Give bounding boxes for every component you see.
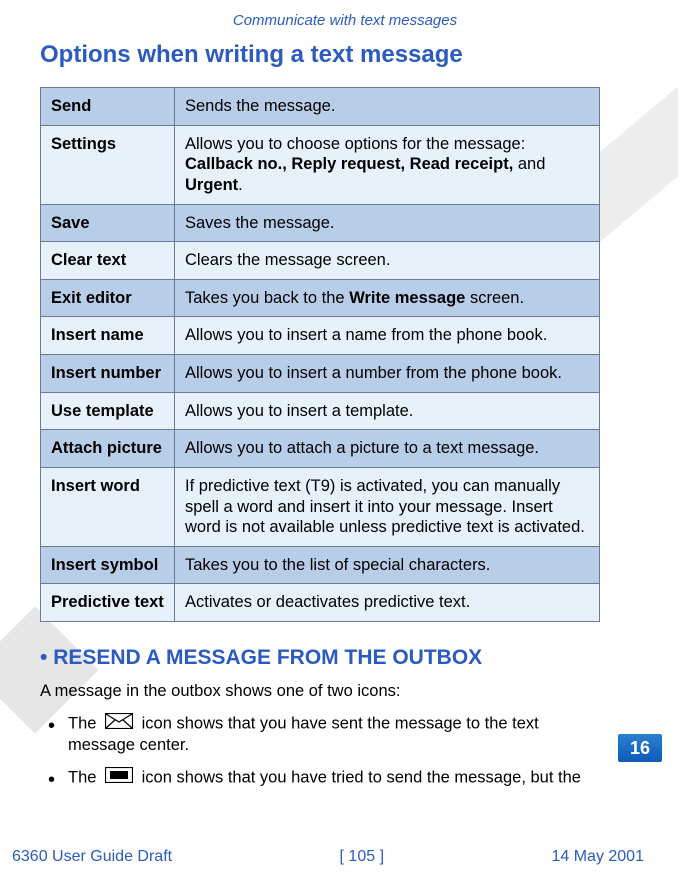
desc-bold: Urgent bbox=[185, 176, 238, 194]
option-label: Predictive text bbox=[41, 584, 175, 622]
outbox-intro-text: A message in the outbox shows one of two… bbox=[40, 682, 650, 701]
option-desc: Allows you to attach a picture to a text… bbox=[175, 430, 600, 468]
outbox-bullets: The icon shows that you have sent the me… bbox=[40, 713, 595, 789]
table-row: Insert word If predictive text (T9) is a… bbox=[41, 467, 600, 546]
desc-bold: Callback no., Reply request, Read receip… bbox=[185, 155, 513, 173]
option-label: Insert name bbox=[41, 317, 175, 355]
bullet-text: The bbox=[68, 768, 101, 786]
option-desc: Activates or deactivates predictive text… bbox=[175, 584, 600, 622]
desc-text: screen. bbox=[465, 289, 524, 307]
option-desc: Takes you to the list of special charact… bbox=[175, 546, 600, 584]
desc-text: Allows you to choose options for the mes… bbox=[185, 135, 525, 153]
page-header: Communicate with text messages bbox=[40, 12, 650, 29]
table-row: Settings Allows you to choose options fo… bbox=[41, 125, 600, 204]
option-desc: Saves the message. bbox=[175, 204, 600, 242]
options-table: Send Sends the message. Settings Allows … bbox=[40, 87, 600, 622]
option-label: Save bbox=[41, 204, 175, 242]
option-desc: Allows you to choose options for the mes… bbox=[175, 125, 600, 204]
option-label: Attach picture bbox=[41, 430, 175, 468]
table-row: Save Saves the message. bbox=[41, 204, 600, 242]
option-label: Use template bbox=[41, 392, 175, 430]
list-item: The icon shows that you have sent the me… bbox=[40, 713, 595, 757]
bullet-text: The bbox=[68, 715, 101, 733]
envelope-sent-icon bbox=[105, 713, 133, 735]
desc-text: Takes you back to the bbox=[185, 289, 349, 307]
footer-left: 6360 User Guide Draft bbox=[12, 848, 172, 866]
option-desc: Takes you back to the Write message scre… bbox=[175, 279, 600, 317]
option-label: Send bbox=[41, 88, 175, 126]
table-row: Use template Allows you to insert a temp… bbox=[41, 392, 600, 430]
table-row: Clear text Clears the message screen. bbox=[41, 242, 600, 280]
bullet-text: icon shows that you have sent the messag… bbox=[68, 715, 539, 755]
option-label: Exit editor bbox=[41, 279, 175, 317]
table-row: Insert symbol Takes you to the list of s… bbox=[41, 546, 600, 584]
section-title: Options when writing a text message bbox=[40, 41, 650, 69]
option-desc: If predictive text (T9) is activated, yo… bbox=[175, 467, 600, 546]
table-row: Predictive text Activates or deactivates… bbox=[41, 584, 600, 622]
page-number-tab: 16 bbox=[618, 734, 662, 762]
option-desc: Allows you to insert a number from the p… bbox=[175, 355, 600, 393]
desc-text: . bbox=[238, 176, 243, 194]
table-row: Insert number Allows you to insert a num… bbox=[41, 355, 600, 393]
option-label: Settings bbox=[41, 125, 175, 204]
option-label: Insert word bbox=[41, 467, 175, 546]
subheading-resend: • RESEND A MESSAGE FROM THE OUTBOX bbox=[40, 646, 650, 670]
option-desc: Clears the message screen. bbox=[175, 242, 600, 280]
option-desc: Allows you to insert a template. bbox=[175, 392, 600, 430]
page-content: Communicate with text messages Options w… bbox=[0, 0, 694, 789]
option-desc: Sends the message. bbox=[175, 88, 600, 126]
option-label: Clear text bbox=[41, 242, 175, 280]
page-footer: 6360 User Guide Draft [ 105 ] 14 May 200… bbox=[0, 848, 694, 866]
option-desc: Allows you to insert a name from the pho… bbox=[175, 317, 600, 355]
table-row: Insert name Allows you to insert a name … bbox=[41, 317, 600, 355]
table-row: Attach picture Allows you to attach a pi… bbox=[41, 430, 600, 468]
table-row: Send Sends the message. bbox=[41, 88, 600, 126]
footer-center: [ 105 ] bbox=[340, 848, 384, 866]
desc-bold: Write message bbox=[349, 289, 465, 307]
option-label: Insert symbol bbox=[41, 546, 175, 584]
footer-right: 14 May 2001 bbox=[551, 848, 644, 866]
envelope-failed-icon bbox=[105, 767, 133, 789]
list-item: The icon shows that you have tried to se… bbox=[40, 767, 595, 789]
desc-text: and bbox=[513, 155, 545, 173]
subheading-text: RESEND A MESSAGE FROM THE OUTBOX bbox=[47, 646, 482, 669]
option-label: Insert number bbox=[41, 355, 175, 393]
table-row: Exit editor Takes you back to the Write … bbox=[41, 279, 600, 317]
bullet-text: icon shows that you have tried to send t… bbox=[137, 768, 581, 786]
